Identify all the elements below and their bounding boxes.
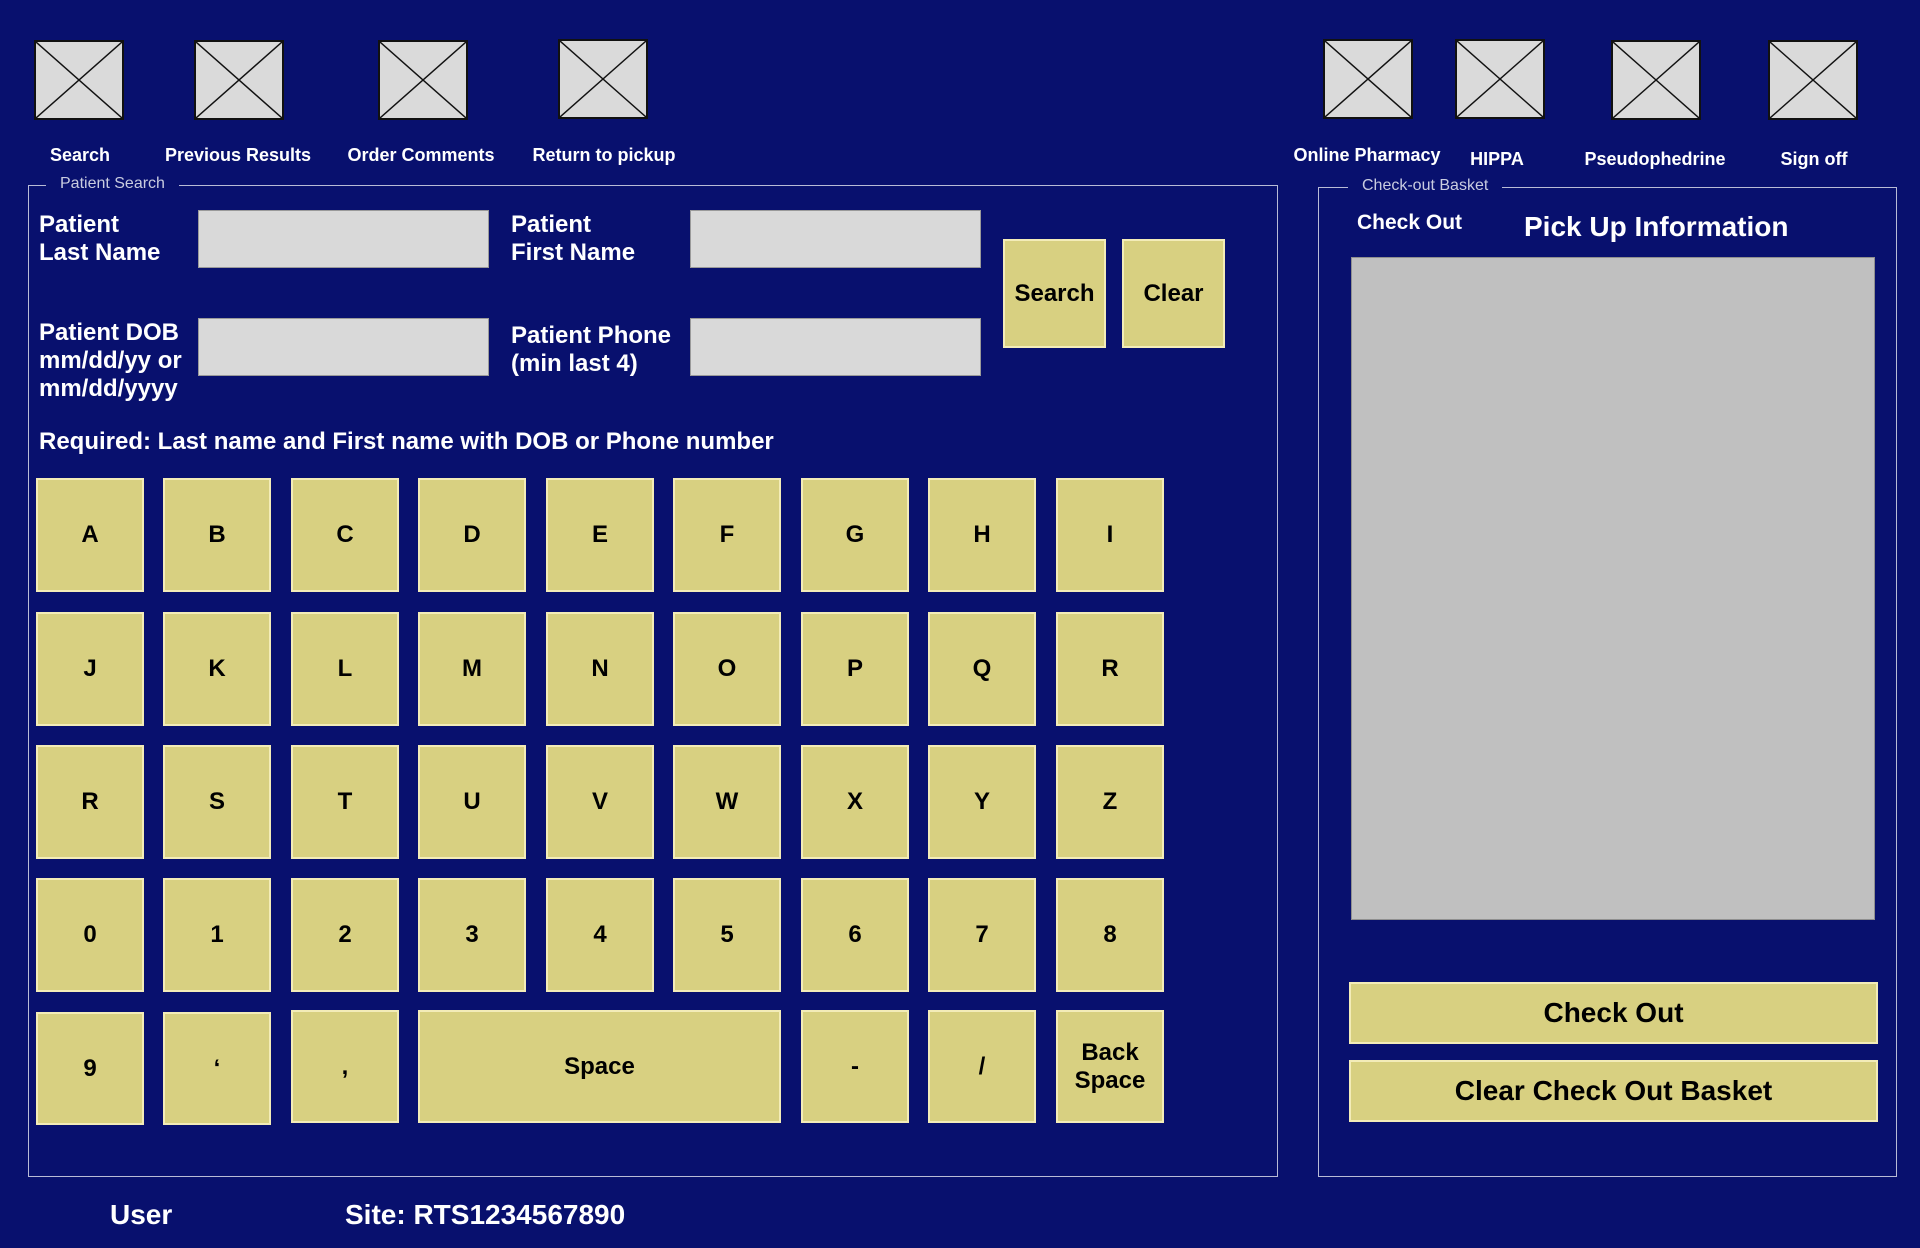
phone-label: Patient Phone (min last 4) (511, 322, 672, 377)
dob-input[interactable] (198, 318, 489, 376)
key-s[interactable]: S (163, 745, 271, 859)
key-backspace[interactable]: Back Space (1056, 1010, 1164, 1123)
key-4[interactable]: 4 (546, 878, 654, 992)
phone-input[interactable] (690, 318, 981, 376)
key-comma[interactable]: , (291, 1010, 399, 1123)
key-2[interactable]: 2 (291, 878, 399, 992)
first-name-input[interactable] (690, 210, 981, 268)
placeholder-image-icon[interactable] (1323, 39, 1413, 119)
placeholder-image-icon[interactable] (1611, 40, 1701, 120)
key-7[interactable]: 7 (928, 878, 1036, 992)
toolbar-order-comments-label: Order Comments (347, 145, 495, 165)
placeholder-image-icon[interactable] (558, 39, 648, 119)
key-p[interactable]: P (801, 612, 909, 726)
clear-check-out-basket-button[interactable]: Clear Check Out Basket (1349, 1060, 1878, 1122)
key-u[interactable]: U (418, 745, 526, 859)
key-a[interactable]: A (36, 478, 144, 592)
toolbar-return-to-pickup-label: Return to pickup (532, 145, 676, 165)
key-hyphen[interactable]: - (801, 1010, 909, 1123)
dob-label: Patient DOB mm/dd/yy or mm/dd/yyyy (39, 319, 182, 402)
pick-up-information-list[interactable] (1351, 257, 1875, 920)
checkout-basket-legend: Check-out Basket (1348, 177, 1503, 195)
placeholder-image-icon[interactable] (1768, 40, 1858, 120)
key-3[interactable]: 3 (418, 878, 526, 992)
first-name-label: Patient First Name (511, 211, 636, 266)
key-d[interactable]: D (418, 478, 526, 592)
key-e[interactable]: E (546, 478, 654, 592)
key-x[interactable]: X (801, 745, 909, 859)
key-slash[interactable]: / (928, 1010, 1036, 1123)
last-name-label: Patient Last Name (39, 211, 161, 266)
patient-search-legend: Patient Search (46, 175, 179, 193)
key-k[interactable]: K (163, 612, 271, 726)
footer-site: Site: RTS1234567890 (345, 1199, 626, 1230)
toolbar-hippa-label: HIPPA (1470, 149, 1524, 169)
key-m[interactable]: M (418, 612, 526, 726)
check-out-label: Check Out (1357, 211, 1463, 234)
key-o[interactable]: O (673, 612, 781, 726)
key-q[interactable]: Q (928, 612, 1036, 726)
key-6[interactable]: 6 (801, 878, 909, 992)
key-5[interactable]: 5 (673, 878, 781, 992)
key-apostrophe[interactable]: ‘ (163, 1012, 271, 1125)
key-g[interactable]: G (801, 478, 909, 592)
required-note: Required: Last name and First name with … (39, 428, 774, 455)
key-b[interactable]: B (163, 478, 271, 592)
key-r-2[interactable]: R (36, 745, 144, 859)
key-t[interactable]: T (291, 745, 399, 859)
key-l[interactable]: L (291, 612, 399, 726)
toolbar-pseudophedrine-label: Pseudophedrine (1584, 149, 1726, 169)
key-w[interactable]: W (673, 745, 781, 859)
toolbar-previous-results-label: Previous Results (164, 145, 312, 165)
key-1[interactable]: 1 (163, 878, 271, 992)
key-9[interactable]: 9 (36, 1012, 144, 1125)
placeholder-image-icon[interactable] (194, 40, 284, 120)
key-0[interactable]: 0 (36, 878, 144, 992)
key-j[interactable]: J (36, 612, 144, 726)
placeholder-image-icon[interactable] (378, 40, 468, 120)
search-button[interactable]: Search (1003, 239, 1106, 348)
toolbar-search-label: Search (49, 145, 111, 165)
key-c[interactable]: C (291, 478, 399, 592)
key-n[interactable]: N (546, 612, 654, 726)
last-name-input[interactable] (198, 210, 489, 268)
clear-button[interactable]: Clear (1122, 239, 1225, 348)
placeholder-image-icon[interactable] (1455, 39, 1545, 119)
key-f[interactable]: F (673, 478, 781, 592)
key-y[interactable]: Y (928, 745, 1036, 859)
key-h[interactable]: H (928, 478, 1036, 592)
toolbar-online-pharmacy-label: Online Pharmacy (1293, 145, 1441, 165)
footer-user: User (110, 1199, 173, 1230)
key-space[interactable]: Space (418, 1010, 781, 1123)
key-r[interactable]: R (1056, 612, 1164, 726)
key-z[interactable]: Z (1056, 745, 1164, 859)
toolbar-sign-off-label: Sign off (1780, 149, 1848, 169)
pick-up-information-title: Pick Up Information (1524, 211, 1789, 242)
key-v[interactable]: V (546, 745, 654, 859)
key-i[interactable]: I (1056, 478, 1164, 592)
key-8[interactable]: 8 (1056, 878, 1164, 992)
check-out-button[interactable]: Check Out (1349, 982, 1878, 1044)
placeholder-image-icon[interactable] (34, 40, 124, 120)
